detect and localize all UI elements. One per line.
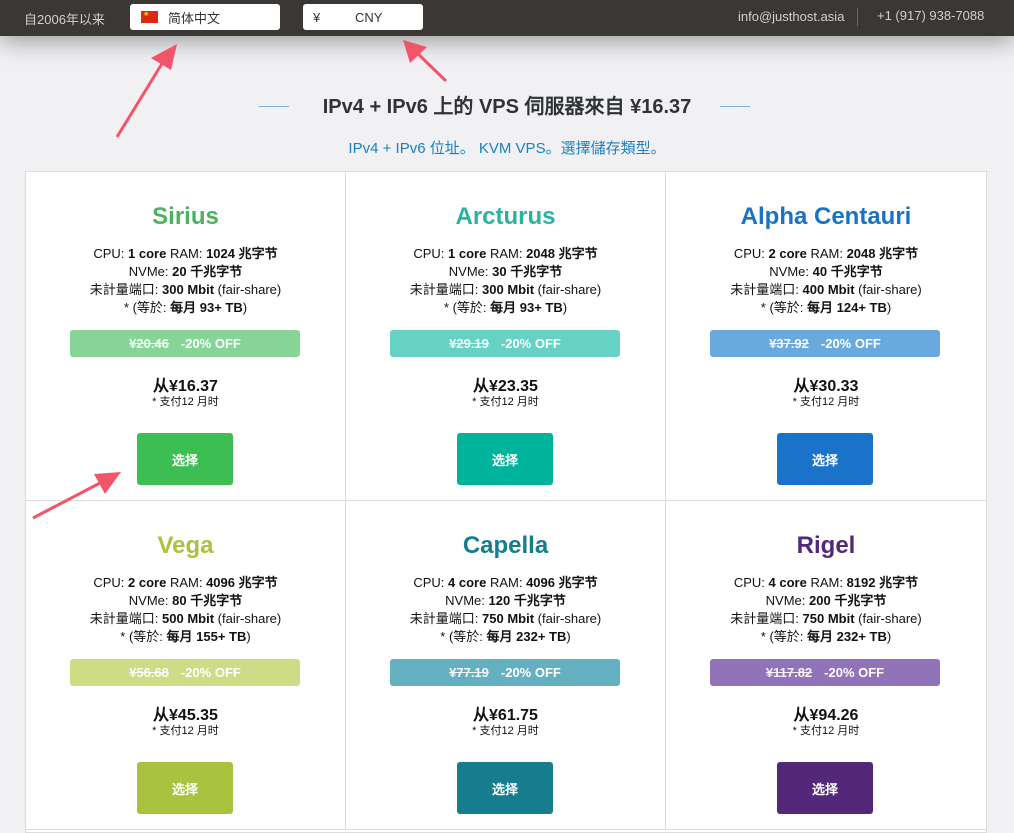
china-flag-icon: [141, 11, 158, 23]
billing-period: * 支付12 月时: [472, 396, 539, 408]
discount-bar: ¥77.19 -20% OFF: [390, 659, 620, 686]
discount-bar: ¥37.92 -20% OFF: [710, 330, 940, 357]
spec-line-cpu-ram: CPU: 1 core RAM: 2048 兆字节: [413, 246, 598, 261]
old-price: ¥29.19: [449, 336, 489, 351]
spec-line-traffic: * (等於: 每月 232+ TB): [760, 629, 892, 644]
billing-period: * 支付12 月时: [792, 396, 860, 408]
heading-line-right: [720, 106, 750, 107]
spec-line-cpu-ram: CPU: 1 core RAM: 1024 兆字节: [93, 246, 278, 261]
spec-line-traffic: * (等於: 每月 93+ TB): [123, 300, 248, 315]
spec-line-traffic: * (等於: 每月 124+ TB): [760, 300, 892, 315]
spec-line-nvme: NVMe: 20 千兆字节: [128, 264, 243, 279]
select-button[interactable]: 选择: [777, 433, 873, 485]
plan-name: Vega: [157, 532, 214, 559]
plan-specs: CPU: 4 core RAM: 8192 兆字节 NVMe: 200 千兆字节…: [666, 574, 986, 646]
discount-label: -20% OFF: [180, 336, 241, 351]
currency-selector[interactable]: ¥ CNY: [303, 4, 423, 30]
plan-card: Arcturus CPU: 1 core RAM: 2048 兆字节 NVMe:…: [346, 172, 666, 501]
spec-line-port: 未計量端口: 300 Mbit (fair-share): [409, 282, 602, 297]
discount-label: -20% OFF: [500, 336, 561, 351]
plan-grid: Sirius CPU: 1 core RAM: 1024 兆字节 NVMe: 2…: [25, 171, 987, 833]
billing-period: * 支付12 月时: [152, 396, 219, 408]
billing-period: * 支付12 月时: [792, 725, 860, 737]
page-subtitle: IPv4 + IPv6 位址。 KVM VPS。選擇儲存類型。: [348, 140, 666, 157]
billing-period: * 支付12 月时: [152, 725, 219, 737]
spec-line-nvme: NVMe: 80 千兆字节: [128, 593, 243, 608]
spec-line-cpu-ram: CPU: 4 core RAM: 8192 兆字节: [733, 575, 919, 590]
email-link[interactable]: info@justhost.asia: [738, 9, 844, 24]
discount-bar: ¥117.82 -20% OFF: [710, 659, 940, 686]
discount-label: -20% OFF: [824, 665, 885, 680]
spec-line-traffic: * (等於: 每月 232+ TB): [440, 629, 571, 644]
billing-period: * 支付12 月时: [472, 725, 539, 737]
plan-card: Vega CPU: 2 core RAM: 4096 兆字节 NVMe: 80 …: [26, 501, 346, 830]
spec-line-cpu-ram: CPU: 2 core RAM: 4096 兆字节: [93, 575, 278, 590]
discount-label: -20% OFF: [500, 665, 561, 680]
spec-line-traffic: * (等於: 每月 93+ TB): [443, 300, 568, 315]
spec-line-nvme: NVMe: 200 千兆字节: [765, 593, 887, 608]
spec-line-port: 未計量端口: 400 Mbit (fair-share): [730, 282, 922, 297]
select-button[interactable]: 选择: [137, 762, 233, 814]
discount-label: -20% OFF: [180, 665, 241, 680]
language-selector[interactable]: 简体中文: [130, 4, 280, 30]
plan-name: Sirius: [152, 203, 219, 230]
discount-bar: ¥29.19 -20% OFF: [390, 330, 620, 357]
spec-line-port: 未計量端口: 750 Mbit (fair-share): [730, 611, 922, 626]
plan-name: Alpha Centauri: [740, 203, 912, 230]
spec-line-traffic: * (等於: 每月 155+ TB): [120, 629, 251, 644]
discount-bar: ¥56.68 -20% OFF: [70, 659, 300, 686]
currency-symbol: ¥: [313, 9, 321, 25]
arrow-icon: [403, 40, 448, 83]
plan-specs: CPU: 1 core RAM: 1024 兆字节 NVMe: 20 千兆字节 …: [26, 245, 345, 317]
language-label: 简体中文: [168, 10, 221, 26]
plan-specs: CPU: 2 core RAM: 4096 兆字节 NVMe: 80 千兆字节 …: [26, 574, 345, 646]
spec-line-nvme: NVMe: 40 千兆字节: [769, 264, 883, 279]
discount-bar: ¥20.46 -20% OFF: [70, 330, 300, 357]
since-text: 自2006年以来: [24, 12, 105, 27]
plan-card: Alpha Centauri CPU: 2 core RAM: 2048 兆字节…: [666, 172, 986, 501]
plan-specs: CPU: 2 core RAM: 2048 兆字节 NVMe: 40 千兆字节 …: [666, 245, 986, 317]
phone-link[interactable]: +1 (917) 938-7088: [877, 8, 984, 23]
plan-card: Capella CPU: 4 core RAM: 4096 兆字节 NVMe: …: [346, 501, 666, 830]
page-title: IPv4 + IPv6 上的 VPS 伺服器來自 ¥16.37: [322, 96, 692, 118]
currency-label: CNY: [355, 9, 383, 25]
spec-line-port: 未計量端口: 750 Mbit (fair-share): [409, 611, 602, 626]
discount-label: -20% OFF: [820, 336, 881, 351]
top-bar: 自2006年以来 简体中文 ¥ CNY info@justhost.asia +…: [0, 0, 1014, 36]
old-price: ¥77.19: [449, 665, 489, 680]
select-button[interactable]: 选择: [457, 762, 553, 814]
select-button[interactable]: 选择: [137, 433, 233, 485]
plan-name: Arcturus: [455, 203, 556, 230]
plan-specs: CPU: 1 core RAM: 2048 兆字节 NVMe: 30 千兆字节 …: [346, 245, 665, 317]
plan-name: Capella: [462, 532, 549, 559]
plan-specs: CPU: 4 core RAM: 4096 兆字节 NVMe: 120 千兆字节…: [346, 574, 665, 646]
select-button[interactable]: 选择: [777, 762, 873, 814]
plan-name: Rigel: [796, 532, 856, 559]
divider: [857, 8, 858, 26]
old-price: ¥20.46: [129, 336, 169, 351]
old-price: ¥37.92: [769, 336, 809, 351]
select-button[interactable]: 选择: [457, 433, 553, 485]
old-price: ¥117.82: [765, 665, 813, 680]
spec-line-nvme: NVMe: 30 千兆字节: [448, 264, 563, 279]
plan-card: Rigel CPU: 4 core RAM: 8192 兆字节 NVMe: 20…: [666, 501, 986, 830]
spec-line-port: 未計量端口: 500 Mbit (fair-share): [89, 611, 282, 626]
spec-line-cpu-ram: CPU: 2 core RAM: 2048 兆字节: [733, 246, 919, 261]
spec-line-nvme: NVMe: 120 千兆字节: [445, 593, 566, 608]
old-price: ¥56.68: [129, 665, 169, 680]
spec-line-cpu-ram: CPU: 4 core RAM: 4096 兆字节: [413, 575, 598, 590]
plan-card: Sirius CPU: 1 core RAM: 1024 兆字节 NVMe: 2…: [26, 172, 346, 501]
spec-line-port: 未計量端口: 300 Mbit (fair-share): [89, 282, 282, 297]
